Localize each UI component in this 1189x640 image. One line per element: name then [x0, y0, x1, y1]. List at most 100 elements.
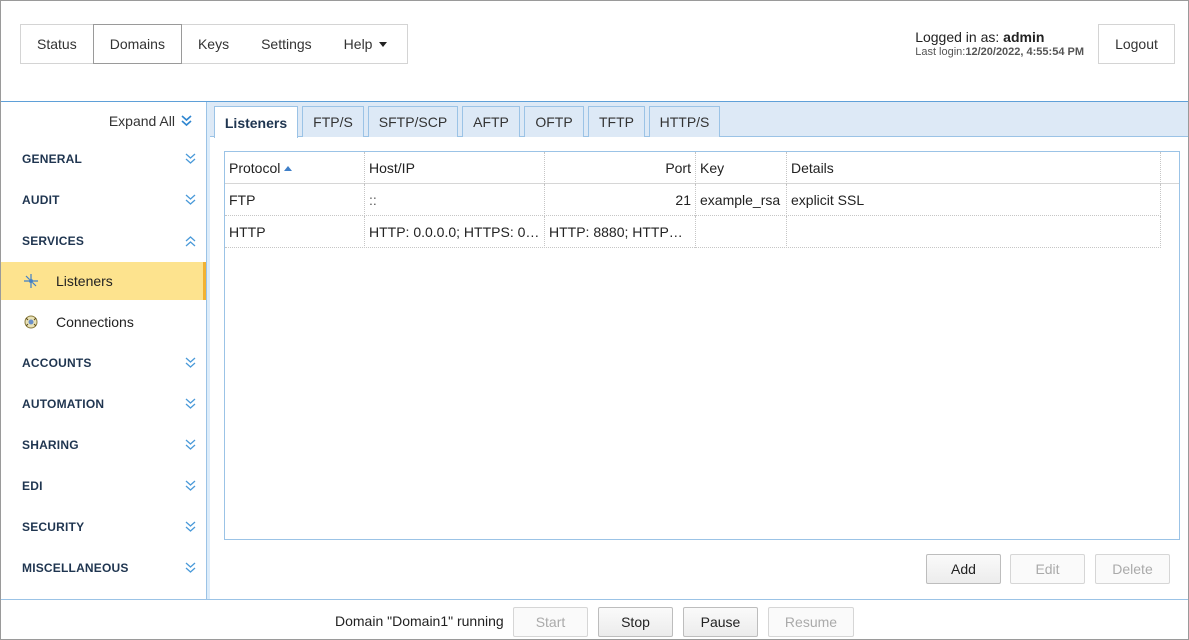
tab-aftp[interactable]: AFTP — [462, 106, 520, 137]
section-audit-label: AUDIT — [22, 193, 60, 207]
stop-label: Stop — [621, 614, 650, 630]
listeners-table: Protocol Host/IP Port Key Details FTP ::… — [224, 151, 1180, 540]
pause-button[interactable]: Pause — [683, 607, 758, 637]
tab-ftps[interactable]: FTP/S — [302, 106, 364, 137]
expand-all-button[interactable]: Expand All — [109, 113, 192, 129]
nav-status[interactable]: Status — [21, 25, 93, 63]
sidebar-item-listeners[interactable]: Listeners — [1, 262, 206, 300]
column-header-key[interactable]: Key — [696, 152, 787, 184]
column-header-details[interactable]: Details — [787, 152, 1161, 184]
start-label: Start — [535, 614, 566, 630]
section-security-label: SECURITY — [22, 520, 85, 534]
logged-in-prefix: Logged in as: — [915, 29, 1004, 45]
section-edi-label: EDI — [22, 479, 43, 493]
double-chevron-up-icon — [185, 236, 196, 247]
tab-oftp[interactable]: OFTP — [524, 106, 584, 137]
login-info: Logged in as: admin Last login:12/20/202… — [915, 29, 1084, 58]
double-chevron-down-icon — [185, 439, 196, 450]
edit-button[interactable]: Edit — [1010, 554, 1085, 584]
tab-tftp-label: TFTP — [599, 114, 634, 130]
add-button[interactable]: Add — [926, 554, 1001, 584]
section-general-label: GENERAL — [22, 152, 83, 166]
column-header-protocol[interactable]: Protocol — [225, 152, 365, 184]
table-header: Protocol Host/IP Port Key Details — [225, 152, 1179, 184]
top-navigation: Status Domains Keys Settings Help — [20, 24, 408, 64]
section-audit[interactable]: AUDIT — [1, 189, 206, 211]
logout-label: Logout — [1115, 36, 1158, 52]
domain-status-text: Domain "Domain1" running — [335, 613, 504, 629]
add-label: Add — [951, 561, 976, 577]
sidebar-item-connections[interactable]: Connections — [1, 303, 204, 341]
last-login-label: Last login: — [915, 46, 966, 58]
cell-host: :: — [365, 184, 545, 216]
last-login-value: 12/20/2022, 4:55:54 PM — [965, 46, 1084, 58]
tab-strip: Listeners FTP/S SFTP/SCP AFTP OFTP TFTP … — [210, 102, 1188, 138]
section-services-label: SERVICES — [22, 234, 85, 248]
expand-all-label: Expand All — [108, 113, 175, 129]
nav-domains[interactable]: Domains — [92, 24, 182, 64]
double-chevron-down-icon — [185, 153, 196, 164]
column-header-port[interactable]: Port — [545, 152, 696, 184]
cell-key: example_rsa — [696, 184, 787, 216]
column-key-label: Key — [700, 160, 725, 176]
column-details-label: Details — [791, 160, 834, 176]
section-services[interactable]: SERVICES — [1, 230, 206, 252]
cell-protocol: FTP — [225, 184, 365, 216]
resume-label: Resume — [784, 614, 838, 630]
section-accounts[interactable]: ACCOUNTS — [1, 352, 206, 374]
cell-port: 21 — [545, 184, 696, 216]
nav-keys[interactable]: Keys — [182, 25, 245, 63]
tab-https[interactable]: HTTP/S — [649, 106, 720, 137]
footer-divider — [1, 599, 1188, 600]
nav-help-label: Help — [343, 36, 373, 52]
sidebar: Expand All GENERAL AUDIT SERVICES Listen… — [1, 102, 206, 599]
nav-domains-label: Domains — [109, 36, 165, 52]
nav-status-label: Status — [37, 36, 77, 52]
start-button[interactable]: Start — [513, 607, 588, 637]
delete-button[interactable]: Delete — [1095, 554, 1170, 584]
section-sharing[interactable]: SHARING — [1, 434, 206, 456]
resume-button[interactable]: Resume — [768, 607, 854, 637]
sidebar-splitter[interactable] — [206, 102, 210, 599]
double-chevron-down-icon — [185, 194, 196, 205]
section-miscellaneous-label: MISCELLANEOUS — [22, 561, 129, 575]
logged-in-user: admin — [1003, 29, 1045, 45]
section-miscellaneous[interactable]: MISCELLANEOUS — [1, 557, 206, 579]
double-chevron-down-icon — [181, 115, 192, 127]
tab-oftp-label: OFTP — [535, 114, 573, 130]
delete-label: Delete — [1112, 561, 1153, 577]
tab-sftp-scp-label: SFTP/SCP — [378, 114, 448, 130]
listeners-icon — [24, 274, 38, 288]
cell-protocol: HTTP — [225, 216, 365, 248]
cell-details: explicit SSL — [787, 184, 1161, 216]
section-general[interactable]: GENERAL — [1, 148, 206, 170]
logout-button[interactable]: Logout — [1098, 24, 1175, 64]
nav-settings[interactable]: Settings — [245, 25, 328, 63]
edit-label: Edit — [1035, 561, 1060, 577]
sidebar-item-connections-label: Connections — [56, 314, 134, 330]
tab-sftp-scp[interactable]: SFTP/SCP — [368, 106, 458, 137]
table-row[interactable]: FTP :: 21 example_rsa explicit SSL — [225, 184, 1161, 216]
sort-ascending-icon — [284, 165, 293, 171]
section-edi[interactable]: EDI — [1, 475, 206, 497]
section-security[interactable]: SECURITY — [1, 516, 206, 538]
pause-label: Pause — [700, 614, 741, 630]
tab-listeners[interactable]: Listeners — [214, 106, 298, 138]
stop-button[interactable]: Stop — [598, 607, 673, 637]
section-sharing-label: SHARING — [22, 438, 79, 452]
tab-tftp[interactable]: TFTP — [588, 106, 645, 137]
cell-host: HTTP: 0.0.0.0; HTTPS: 0… — [365, 216, 545, 248]
cell-key — [696, 216, 787, 248]
tab-ftps-label: FTP/S — [313, 114, 353, 130]
double-chevron-down-icon — [185, 480, 196, 491]
table-row[interactable]: HTTP HTTP: 0.0.0.0; HTTPS: 0… HTTP: 8880… — [225, 216, 1161, 248]
column-host-label: Host/IP — [369, 160, 415, 176]
tab-aftp-label: AFTP — [473, 114, 509, 130]
section-automation-label: AUTOMATION — [22, 397, 105, 411]
column-header-host[interactable]: Host/IP — [365, 152, 545, 184]
double-chevron-down-icon — [185, 357, 196, 368]
column-protocol-label: Protocol — [229, 160, 281, 176]
section-automation[interactable]: AUTOMATION — [1, 393, 206, 415]
caret-down-icon — [379, 41, 388, 47]
nav-help[interactable]: Help — [328, 25, 404, 63]
